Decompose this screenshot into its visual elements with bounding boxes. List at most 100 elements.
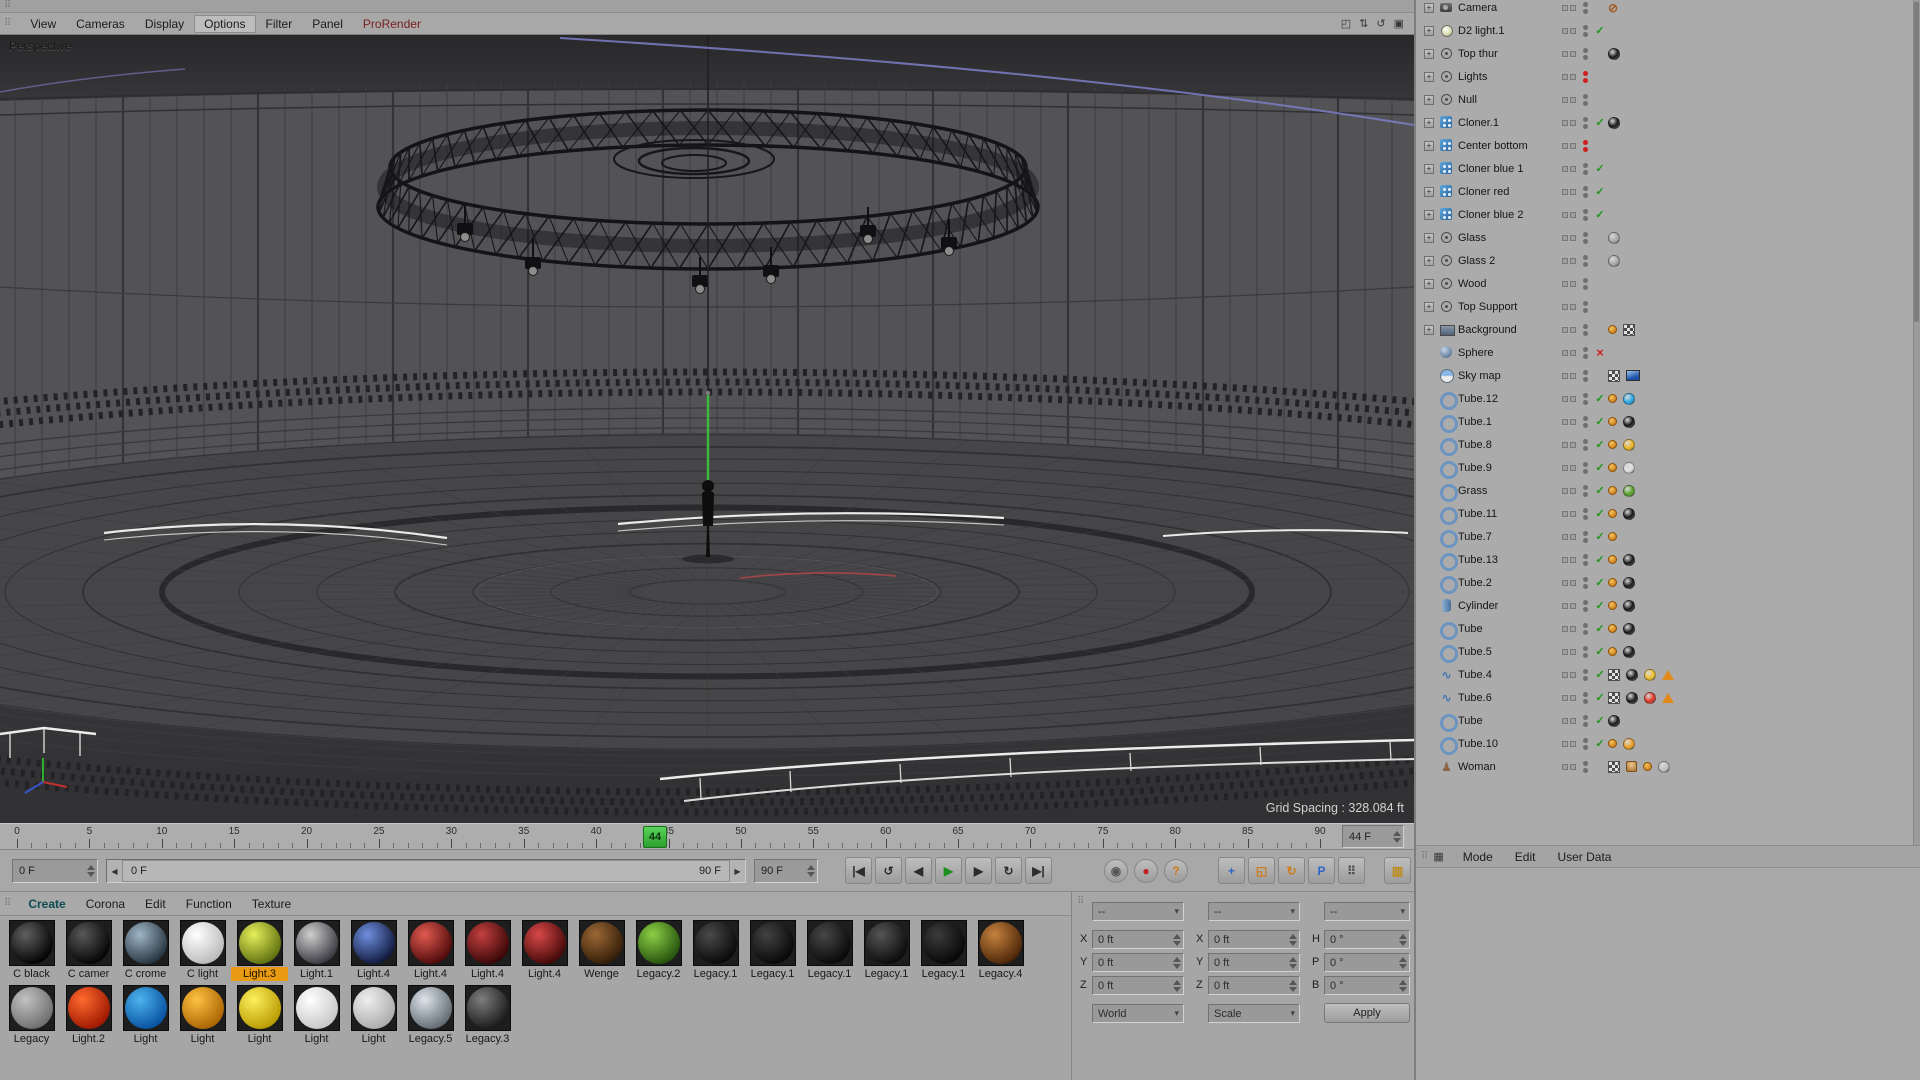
editor-visibility-dot[interactable] [1583,139,1588,145]
visibility-dots[interactable] [1583,571,1588,594]
coord-mode-select[interactable]: Scale ▾ [1208,1004,1300,1023]
render-visibility-dot[interactable] [1583,675,1588,681]
visibility-dots[interactable] [1583,732,1588,755]
layer-chip-icon[interactable] [1562,510,1568,517]
enabled-check-icon[interactable]: ✓ [1593,410,1607,433]
material-item[interactable]: Legacy.1 [915,920,972,981]
layer-chips[interactable] [1562,88,1578,111]
object-row[interactable]: Tube.10 ✓ [1416,732,1920,755]
tag-dot-icon[interactable] [1608,325,1617,334]
menu-item-display[interactable]: Display [135,15,194,33]
layer-chip-icon[interactable] [1570,4,1576,11]
tag-dot-icon[interactable] [1608,739,1617,748]
layer-chip-icon[interactable] [1562,73,1568,80]
render-visibility-dot[interactable] [1583,698,1588,704]
coord-field[interactable]: 0 ft [1092,953,1184,972]
render-visibility-dot[interactable] [1583,353,1588,359]
material-item[interactable]: Wenge [573,920,630,981]
visibility-dots[interactable] [1583,663,1588,686]
visibility-dots[interactable] [1583,0,1588,19]
layer-chips[interactable] [1562,594,1578,617]
object-row[interactable]: + Cloner.1 ✓ [1416,111,1920,134]
visibility-dots[interactable] [1583,65,1588,88]
material-tag-icon[interactable] [1623,484,1635,497]
layer-chip-icon[interactable] [1570,188,1576,195]
visibility-dots[interactable] [1583,410,1588,433]
protection-tag-icon[interactable]: ⊘ [1608,2,1618,14]
enabled-check-icon[interactable]: ✓ [1593,571,1607,594]
layer-chip-icon[interactable] [1570,602,1576,609]
editor-visibility-dot[interactable] [1583,323,1588,329]
layer-chips[interactable] [1562,19,1578,42]
layer-chip-icon[interactable] [1570,671,1576,678]
layer-chip-icon[interactable] [1570,326,1576,333]
enabled-check-icon[interactable]: ✓ [1593,157,1607,180]
expand-icon[interactable]: + [1424,48,1434,59]
visibility-dots[interactable] [1583,272,1588,295]
viewport-scene[interactable]: Grid Spacing : 328.084 ft [0,35,1414,823]
layer-chip-icon[interactable] [1562,648,1568,655]
object-row[interactable]: Sphere × [1416,341,1920,364]
step-back-button[interactable]: ◀ [905,857,932,884]
layer-chip-icon[interactable] [1570,280,1576,287]
tag-dot-icon[interactable] [1608,532,1617,541]
layer-chip-icon[interactable] [1570,487,1576,494]
panel-grip[interactable]: ⠿ [1421,851,1428,862]
disabled-cross-icon[interactable]: × [1593,341,1607,364]
render-visibility-dot[interactable] [1583,514,1588,520]
field-stepper[interactable] [1173,933,1181,946]
autokey-help-button[interactable]: ? [1164,859,1188,883]
expand-icon[interactable]: + [1424,186,1434,197]
visibility-dots[interactable] [1583,249,1588,272]
material-item[interactable]: Light.1 [288,920,345,981]
material-item[interactable]: Light.2 [60,985,117,1046]
object-row[interactable]: + Background [1416,318,1920,341]
toolbar-grip[interactable]: ⠿ [4,1,11,11]
editor-visibility-dot[interactable] [1583,24,1588,30]
editor-visibility-dot[interactable] [1583,346,1588,352]
render-visibility-dot[interactable] [1583,537,1588,543]
layer-chips[interactable] [1562,709,1578,732]
material-tag-icon[interactable] [1608,254,1620,267]
editor-visibility-dot[interactable] [1583,392,1588,398]
visibility-dots[interactable] [1583,755,1588,778]
render-visibility-dot[interactable] [1583,468,1588,474]
tag-dot-icon[interactable] [1608,601,1617,610]
expand-icon[interactable]: + [1424,25,1434,36]
material-item[interactable]: Light [345,985,402,1046]
editor-visibility-dot[interactable] [1583,185,1588,191]
layer-chips[interactable] [1562,663,1578,686]
material-tag-icon[interactable] [1608,231,1620,244]
layer-chips[interactable] [1562,640,1578,663]
coord-field[interactable]: 0 ° [1324,976,1410,995]
tag-dot-icon[interactable] [1608,509,1617,518]
visibility-dots[interactable] [1583,594,1588,617]
visibility-dots[interactable] [1583,203,1588,226]
material-tag-icon[interactable] [1623,576,1635,589]
scrollbar-thumb[interactable] [1914,2,1919,322]
render-visibility-dot[interactable] [1583,399,1588,405]
field-stepper[interactable] [1399,956,1407,969]
material-item[interactable]: Light.3 [231,920,288,981]
layer-chip-icon[interactable] [1562,740,1568,747]
visibility-dots[interactable] [1583,42,1588,65]
material-item[interactable]: C black [3,920,60,981]
timeline-layout-button[interactable]: ▥ [1384,857,1411,884]
layer-chip-icon[interactable] [1562,579,1568,586]
render-visibility-dot[interactable] [1583,652,1588,658]
record-button[interactable]: ● [1134,859,1158,883]
visibility-dots[interactable] [1583,341,1588,364]
field-stepper[interactable] [1289,933,1297,946]
object-row[interactable]: + Wood [1416,272,1920,295]
editor-visibility-dot[interactable] [1583,1,1588,7]
enabled-check-icon[interactable]: ✓ [1593,640,1607,663]
layer-chip-icon[interactable] [1570,579,1576,586]
object-row[interactable]: Tube.2 ✓ [1416,571,1920,594]
layer-chip-icon[interactable] [1570,625,1576,632]
layer-chip-icon[interactable] [1570,73,1576,80]
tag-dot-icon[interactable] [1643,762,1652,771]
material-item[interactable]: Light [231,985,288,1046]
material-tab-edit[interactable]: Edit [135,895,176,913]
menu-item-prorender[interactable]: ProRender [353,15,431,33]
field-stepper[interactable] [1173,956,1181,969]
